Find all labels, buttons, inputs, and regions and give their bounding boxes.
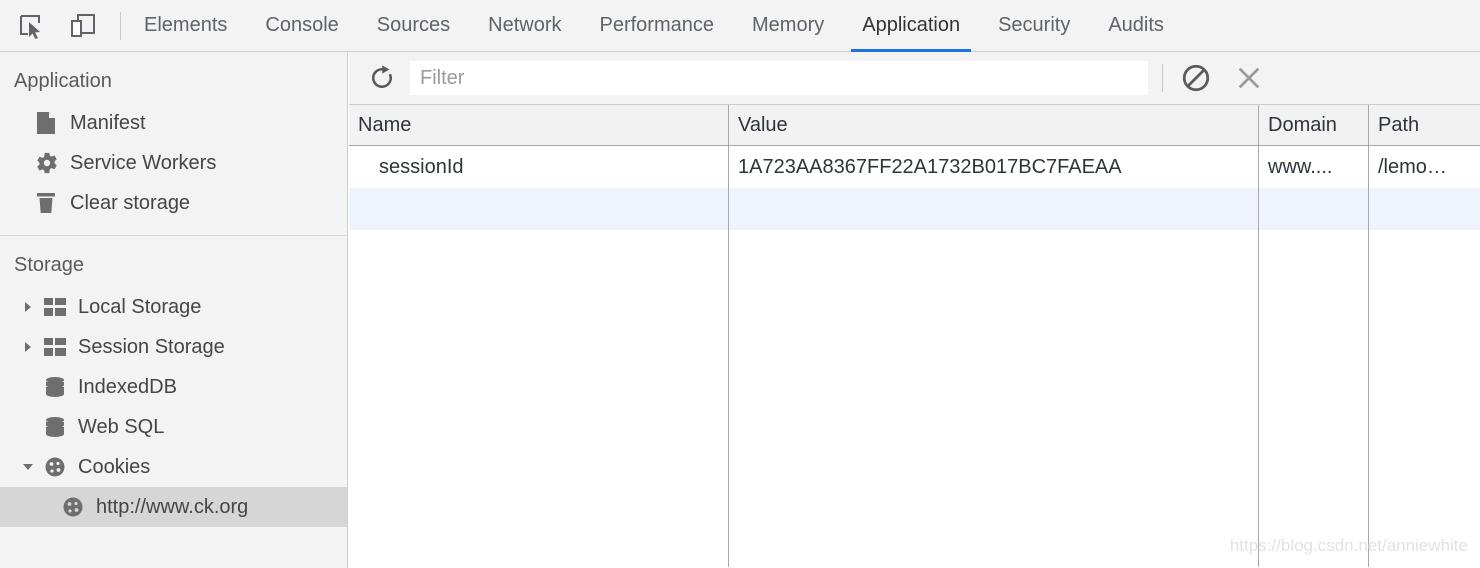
chevron-right-icon[interactable]	[22, 341, 44, 353]
cell-domain[interactable]: www....	[1259, 146, 1369, 188]
tab-sources[interactable]: Sources	[358, 0, 469, 52]
tab-performance[interactable]: Performance	[581, 0, 734, 52]
tab-memory[interactable]: Memory	[733, 0, 843, 52]
cookies-panel: Name Value Domain Path sessionId 1A723AA…	[349, 52, 1480, 568]
sidebar-item-clear-storage[interactable]: Clear storage	[0, 183, 347, 223]
chevron-right-icon[interactable]	[22, 301, 44, 313]
sidebar-item-session-storage[interactable]: Session Storage	[0, 327, 347, 367]
chevron-down-icon[interactable]	[22, 461, 44, 473]
tab-security[interactable]: Security	[979, 0, 1089, 52]
column-header-value[interactable]: Value	[729, 105, 1259, 145]
device-toolbar-icon[interactable]	[66, 9, 100, 43]
toolbar-divider	[1162, 64, 1163, 92]
inspect-element-icon[interactable]	[14, 9, 48, 43]
gear-icon	[36, 152, 66, 174]
clear-all-cookies-icon[interactable]	[1176, 58, 1216, 98]
devtools-tabs: Elements Console Sources Network Perform…	[125, 0, 1183, 52]
cell-name[interactable]: sessionId	[349, 146, 729, 188]
sidebar-section-application: Application Manifest Service Workers Cle…	[0, 52, 347, 235]
sidebar-item-label: Manifest	[70, 111, 146, 134]
sidebar-item-web-sql[interactable]: Web SQL	[0, 407, 347, 447]
database-icon	[44, 376, 74, 398]
cookies-toolbar	[349, 52, 1480, 105]
tab-application[interactable]: Application	[843, 0, 979, 52]
document-icon	[36, 111, 66, 135]
sidebar-item-label: Cookies	[78, 455, 151, 478]
refresh-icon[interactable]	[362, 58, 402, 98]
devtools-tabbar: Elements Console Sources Network Perform…	[0, 0, 1480, 52]
tabbar-divider	[120, 11, 121, 40]
delete-selected-icon[interactable]	[1229, 58, 1269, 98]
cell-path[interactable]	[1369, 188, 1480, 230]
sidebar-item-label: Local Storage	[78, 295, 202, 318]
cell-domain[interactable]	[1259, 188, 1369, 230]
tab-elements[interactable]: Elements	[125, 0, 246, 52]
sidebar-item-label: Service Workers	[70, 151, 217, 174]
sidebar-section-title-application: Application	[14, 70, 112, 92]
tab-audits[interactable]: Audits	[1089, 0, 1183, 52]
sidebar-item-label: Session Storage	[78, 335, 225, 358]
cookies-table: Name Value Domain Path sessionId 1A723AA…	[349, 105, 1480, 567]
database-icon	[44, 416, 74, 438]
application-sidebar: Application Manifest Service Workers Cle…	[0, 52, 348, 568]
table-row-empty[interactable]	[349, 188, 1480, 230]
column-header-name[interactable]: Name	[349, 105, 729, 145]
sidebar-section-title-storage: Storage	[14, 254, 85, 276]
trash-icon	[36, 191, 66, 215]
devtools-tool-icons	[0, 9, 100, 43]
cell-name[interactable]	[349, 188, 729, 230]
column-header-path[interactable]: Path	[1369, 105, 1480, 145]
sidebar-item-manifest[interactable]: Manifest	[0, 103, 347, 143]
sidebar-item-local-storage[interactable]: Local Storage	[0, 287, 347, 327]
tab-network[interactable]: Network	[469, 0, 580, 52]
column-header-domain[interactable]: Domain	[1259, 105, 1369, 145]
sidebar-item-label: IndexedDB	[78, 375, 177, 398]
table-icon	[44, 298, 74, 316]
filter-input[interactable]	[410, 61, 1148, 95]
sidebar-item-service-workers[interactable]: Service Workers	[0, 143, 347, 183]
sidebar-section-storage: Storage Local Storage Session Storage In…	[0, 235, 347, 539]
cell-value[interactable]: 1A723AA8367FF22A1732B017BC7FAEAA	[729, 146, 1259, 188]
sidebar-item-cookies[interactable]: Cookies	[0, 447, 347, 487]
table-header-row: Name Value Domain Path	[349, 105, 1480, 146]
sidebar-item-label: http://www.ck.org	[96, 495, 249, 518]
sidebar-item-cookie-origin[interactable]: http://www.ck.org	[0, 487, 347, 527]
sidebar-item-label: Web SQL	[78, 415, 165, 438]
tab-console[interactable]: Console	[246, 0, 357, 52]
cookie-icon	[62, 496, 92, 518]
sidebar-item-indexeddb[interactable]: IndexedDB	[0, 367, 347, 407]
sidebar-item-label: Clear storage	[70, 191, 191, 214]
table-row[interactable]: sessionId 1A723AA8367FF22A1732B017BC7FAE…	[349, 146, 1480, 188]
table-icon	[44, 338, 74, 356]
cell-path[interactable]: /lemo…	[1369, 146, 1480, 188]
cookie-icon	[44, 456, 74, 478]
cell-value[interactable]	[729, 188, 1259, 230]
